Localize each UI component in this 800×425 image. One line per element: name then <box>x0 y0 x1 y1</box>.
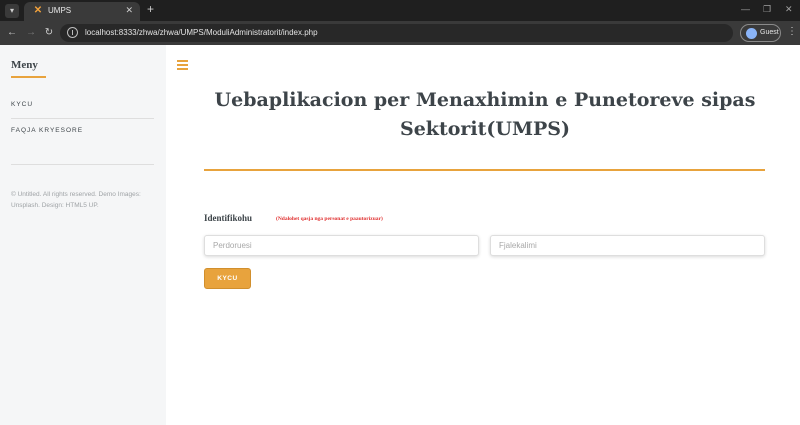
browser-tab[interactable]: ✕ UMPS ✕ <box>24 2 140 21</box>
identification-warning: (Ndalohet qasja nga personat e paautoriz… <box>276 216 383 222</box>
sidebar: Meny KYCU FAQJA KRYESORE © Untitled. All… <box>0 45 166 425</box>
sidebar-divider <box>11 164 154 165</box>
profile-avatar-icon <box>746 28 757 39</box>
sidebar-footer: © Untitled. All rights reserved. Demo Im… <box>11 191 141 209</box>
minimize-icon[interactable]: — <box>741 4 750 14</box>
window-close-icon[interactable]: ✕ <box>785 4 793 15</box>
browser-menu-icon[interactable]: ⋮ <box>787 26 797 37</box>
restore-icon[interactable]: ❐ <box>763 4 771 15</box>
address-url[interactable]: localhost:8333/zhwa/zhwa/UMPS/ModuliAdmi… <box>85 28 318 37</box>
new-tab-icon[interactable]: + <box>147 2 154 16</box>
sidebar-divider <box>11 118 154 119</box>
sidebar-item-kycu[interactable]: KYCU <box>11 101 33 108</box>
sidebar-title-underline <box>11 76 46 78</box>
address-bar[interactable]: localhost:8333/zhwa/zhwa/UMPS/ModuliAdmi… <box>60 24 733 42</box>
profile-button[interactable]: Guest <box>740 24 781 42</box>
back-icon[interactable]: ← <box>5 26 19 40</box>
browser-toolbar: ← → ↻ localhost:8333/zhwa/zhwa/UMPS/Modu… <box>0 21 800 45</box>
browser-tab-bar: ▾ ✕ UMPS ✕ + — ❐ ✕ <box>0 0 800 21</box>
forward-icon[interactable]: → <box>24 26 38 40</box>
username-input[interactable] <box>204 235 479 256</box>
reload-icon[interactable]: ↻ <box>42 26 56 40</box>
title-divider <box>204 169 765 171</box>
sidebar-title: Meny <box>11 59 38 71</box>
profile-label: Guest <box>760 29 779 36</box>
tab-search-chevron-icon[interactable]: ▾ <box>5 4 19 18</box>
page-title: Uebaplikacion per Menaxhimin e Punetorev… <box>214 89 756 140</box>
login-button[interactable]: KYCU <box>204 268 251 289</box>
hamburger-menu-icon[interactable] <box>177 60 188 70</box>
tab-title: UMPS <box>48 6 72 15</box>
password-input[interactable] <box>490 235 765 256</box>
main-content: Uebaplikacion per Menaxhimin e Punetorev… <box>166 45 800 425</box>
tab-favicon-icon: ✕ <box>33 5 43 16</box>
site-info-icon[interactable] <box>67 27 78 38</box>
tab-close-icon[interactable]: ✕ <box>125 5 133 16</box>
identification-label: Identifikohu <box>204 213 253 223</box>
sidebar-item-faqja-kryesore[interactable]: FAQJA KRYESORE <box>11 127 83 134</box>
